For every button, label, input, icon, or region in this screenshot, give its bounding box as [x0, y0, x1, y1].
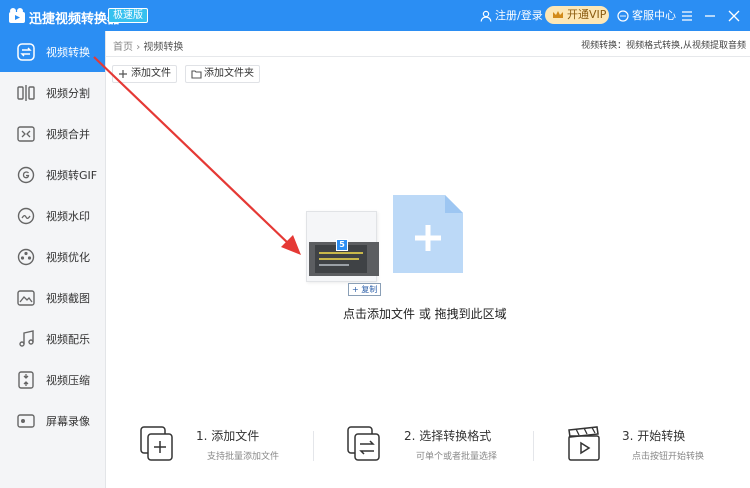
divider — [313, 431, 314, 461]
step-1-title: 1. 添加文件 — [196, 429, 260, 443]
clapperboard-icon — [568, 426, 600, 461]
dragged-file-thumbnail: 5 — [306, 211, 379, 282]
copy-tag: + 复制 — [348, 283, 382, 296]
file-count-badge: 5 — [336, 239, 348, 251]
step-3-title: 3. 开始转换 — [622, 429, 686, 443]
add-file-step-icon — [140, 426, 173, 461]
drop-zone-hint[interactable]: 点击添加文件 或 拖拽到此区域 — [343, 305, 507, 322]
step-1-desc: 支持批量添加文件 — [207, 452, 280, 462]
step-2-title: 2. 选择转换格式 — [404, 429, 492, 443]
divider — [533, 431, 534, 461]
step-3-desc: 点击按钮开始转换 — [632, 452, 705, 462]
add-file-plus-icon[interactable] — [393, 195, 463, 273]
format-step-icon — [347, 426, 380, 461]
step-2-desc: 可单个或者批量选择 — [416, 452, 498, 462]
